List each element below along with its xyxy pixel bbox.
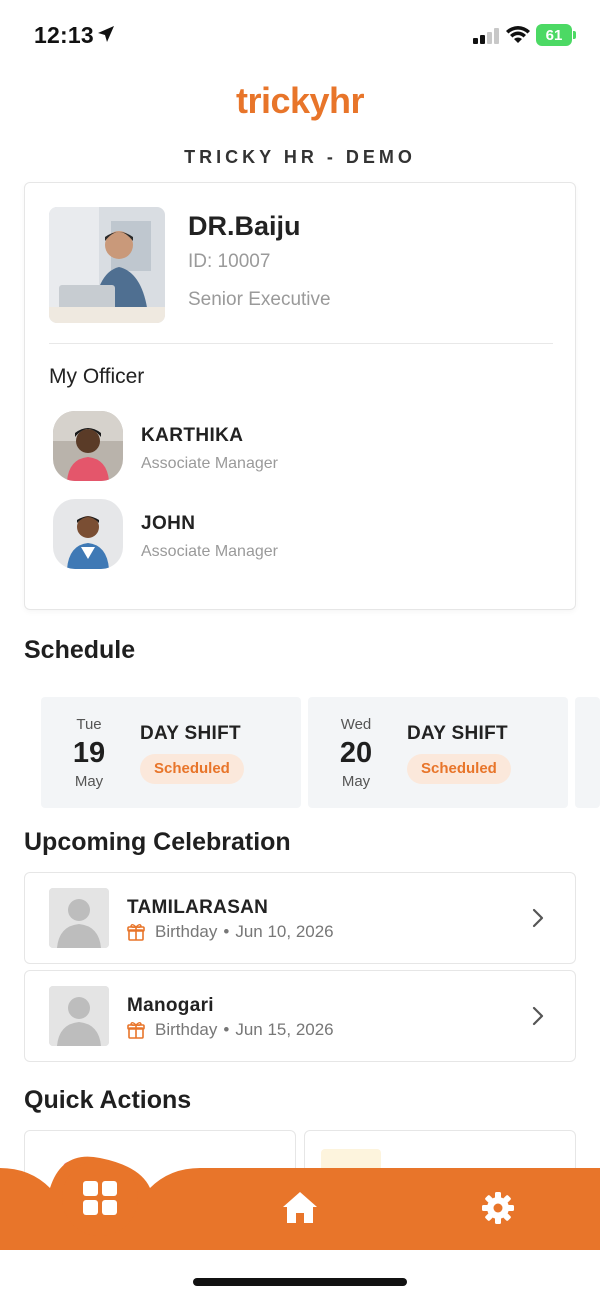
celebration-name: Manogari: [127, 995, 214, 1016]
officer-role: Associate Manager: [141, 455, 278, 472]
apps-grid-icon: [83, 1181, 117, 1215]
celebration-type: Birthday: [155, 922, 218, 941]
celebration-name: TAMILARASAN: [127, 897, 269, 918]
meta-separator: •: [223, 1020, 230, 1039]
battery-level: 61: [545, 26, 563, 44]
chevron-right-icon: [532, 1006, 544, 1026]
shift-card[interactable]: Tue 19 May DAY SHIFT Scheduled: [41, 697, 301, 808]
celebration-item[interactable]: TAMILARASAN Birthday • Jun 10, 2026: [24, 872, 576, 964]
officer-name: JOHN: [141, 513, 196, 534]
shift-status-badge: Scheduled: [407, 754, 511, 784]
celebration-title: Upcoming Celebration: [24, 828, 291, 856]
shift-month: May: [74, 773, 104, 790]
celebration-date: Jun 10, 2026: [235, 922, 334, 941]
divider: [49, 343, 553, 344]
settings-gear-icon[interactable]: [480, 1190, 516, 1226]
shift-card[interactable]: Wed 20 May DAY SHIFT Scheduled: [308, 697, 568, 808]
shift-day: 19: [72, 737, 106, 769]
shift-name: DAY SHIFT: [140, 723, 241, 744]
meta-separator: •: [223, 922, 230, 941]
quick-actions-title: Quick Actions: [24, 1086, 192, 1114]
brand-logo: trickyhr: [0, 80, 600, 122]
officer-avatar: [53, 411, 123, 481]
shift-weekday: Tue: [76, 716, 102, 733]
shift-day: 20: [339, 737, 373, 769]
officer-item[interactable]: JOHN Associate Manager: [53, 499, 533, 571]
status-bar: 12:13 61: [0, 0, 600, 72]
officer-name: KARTHIKA: [141, 425, 244, 446]
celebration-meta: Birthday • Jun 10, 2026: [127, 922, 334, 942]
home-indicator[interactable]: [193, 1278, 407, 1286]
profile-name: DR.Baiju: [188, 211, 301, 241]
location-arrow-icon: [98, 26, 114, 42]
schedule-title: Schedule: [24, 636, 136, 664]
officer-heading: My Officer: [49, 365, 145, 388]
celebration-item[interactable]: Manogari Birthday • Jun 15, 2026: [24, 970, 576, 1062]
officer-avatar: [53, 499, 123, 569]
celebration-date: Jun 15, 2026: [235, 1020, 334, 1039]
shift-status-badge: Scheduled: [140, 754, 244, 784]
shift-name: DAY SHIFT: [407, 723, 508, 744]
shift-weekday: Wed: [340, 716, 372, 733]
profile-card: DR.Baiju ID: 10007 Senior Executive My O…: [24, 182, 576, 610]
celebration-meta: Birthday • Jun 15, 2026: [127, 1020, 334, 1040]
shift-card-partial[interactable]: [575, 697, 600, 808]
avatar-placeholder: [49, 986, 109, 1046]
profile-role: Senior Executive: [188, 289, 331, 310]
officer-item[interactable]: KARTHIKA Associate Manager: [53, 411, 533, 483]
logo-text-hr: hr: [329, 80, 365, 121]
status-time: 12:13: [34, 22, 94, 48]
battery-icon: 61: [536, 24, 576, 46]
profile-photo: [49, 207, 165, 323]
apps-grid-button[interactable]: [62, 1160, 138, 1236]
shift-month: May: [341, 773, 371, 790]
gift-icon: [127, 924, 145, 941]
officer-role: Associate Manager: [141, 543, 278, 560]
home-icon[interactable]: [280, 1188, 320, 1228]
logo-text-tricky: tricky: [235, 80, 330, 121]
wifi-icon: [506, 26, 530, 43]
cellular-signal-icon: [473, 28, 499, 44]
celebration-type: Birthday: [155, 1020, 218, 1039]
chevron-right-icon: [532, 908, 544, 928]
gift-icon: [127, 1022, 145, 1039]
company-name: TRICKY HR - DEMO: [184, 147, 416, 167]
avatar-placeholder: [49, 888, 109, 948]
profile-id: ID: 10007: [188, 251, 271, 272]
